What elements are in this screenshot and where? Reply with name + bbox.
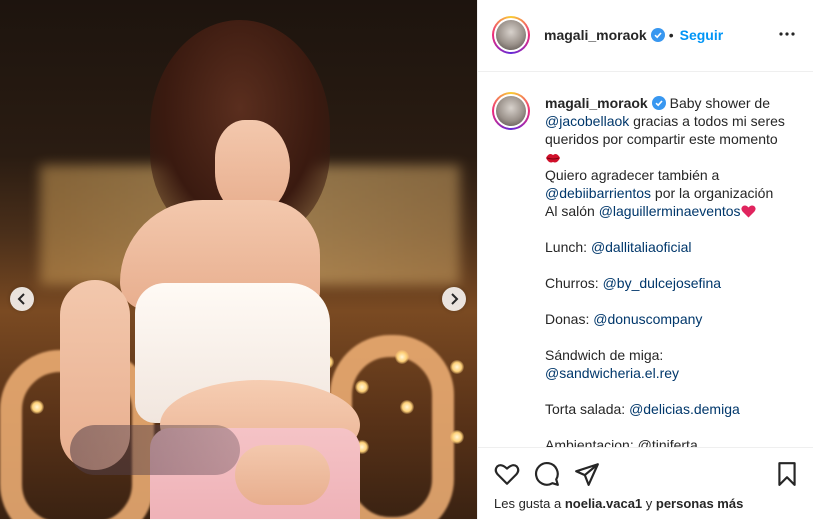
light-bulb [395, 350, 409, 364]
mention-laguillerminaeventos[interactable]: @laguillerminaeventos [599, 203, 741, 219]
verified-badge-icon [651, 96, 666, 110]
caption-paragraph-2: Quiero agradecer también a @debiibarrien… [545, 166, 795, 202]
chevron-left-icon [17, 293, 25, 305]
arm-tattoo [70, 425, 240, 475]
churros-label: Churros: [545, 275, 603, 291]
caption-text: magali_moraok Baby shower de @jacobellao… [545, 94, 795, 447]
caption-username[interactable]: magali_moraok [545, 95, 648, 111]
chevron-right-icon [451, 293, 459, 305]
caption-cut-line: Ambientacion: @tiniferta [545, 437, 698, 447]
heart-icon[interactable] [494, 461, 520, 487]
comment-icon[interactable] [534, 461, 560, 487]
likes-middle: y [642, 496, 656, 511]
caption-avatar[interactable] [492, 92, 530, 130]
bookmark-icon[interactable] [774, 461, 800, 487]
caption-paragraph-1: magali_moraok Baby shower de @jacobellao… [545, 94, 795, 166]
mention-by-dulcejosefina[interactable]: @by_dulcejosefina [603, 275, 722, 291]
sandwich-label: Sándwich de miga: [545, 347, 664, 363]
caption-line2-rest: por la organización [651, 185, 774, 201]
light-bulb [450, 430, 464, 444]
torta-label: Torta salada: [545, 401, 630, 417]
light-bulb [355, 380, 369, 394]
caption-line2: Quiero agradecer también a [545, 167, 720, 183]
follow-button[interactable]: Seguir [680, 27, 724, 43]
post-sidebar: magali_moraok • Seguir magali_moraok Baby … [477, 0, 813, 520]
caption-churros: Churros: @by_dulcejosefina [545, 274, 795, 292]
author-username[interactable]: magali_moraok [544, 27, 647, 43]
caption-paragraph-3: Al salón @laguillerminaeventos [545, 202, 795, 220]
caption-sandwich: Sándwich de miga: @sandwicheria.el.rey [545, 346, 795, 382]
header-user-line: magali_moraok • Seguir [544, 27, 723, 45]
more-options-icon[interactable] [778, 25, 796, 43]
post-header: magali_moraok • Seguir [478, 0, 813, 72]
caption-lunch: Lunch: @dallitaliaoficial [545, 238, 795, 256]
mention-dallitaliaoficial[interactable]: @dallitaliaoficial [591, 239, 692, 255]
post-photo[interactable] [0, 0, 477, 519]
light-bulb [400, 400, 414, 414]
hand [235, 445, 330, 505]
mention-sandwicheria-el-rey[interactable]: @sandwicheria.el.rey [545, 365, 679, 381]
share-icon[interactable] [574, 461, 600, 487]
likes-prefix: Les gusta a [494, 496, 565, 511]
lips-emoji-icon [546, 154, 560, 163]
donas-label: Donas: [545, 311, 594, 327]
mention-debiibarrientos[interactable]: @debiibarrientos [545, 185, 651, 201]
lunch-label: Lunch: [545, 239, 591, 255]
caption-area: magali_moraok Baby shower de @jacobellao… [478, 72, 813, 447]
avatar-image [496, 96, 526, 126]
likes-summary: Les gusta a noelia.vaca1 y personas más [494, 496, 743, 511]
caption-line3: Al salón [545, 203, 599, 219]
post-actions: Les gusta a noelia.vaca1 y personas más [478, 447, 813, 520]
light-bulb [30, 400, 44, 414]
next-photo-button[interactable] [442, 287, 466, 311]
likes-user[interactable]: noelia.vaca1 [565, 496, 642, 511]
separator-dot: • [668, 27, 674, 43]
mention-delicias-demiga[interactable]: @delicias.demiga [629, 401, 740, 417]
avatar-image [496, 20, 526, 50]
caption-torta: Torta salada: @delicias.demiga [545, 400, 795, 418]
previous-photo-button[interactable] [10, 287, 34, 311]
caption-donas: Donas: @donuscompany [545, 310, 795, 328]
verified-badge-icon [650, 28, 665, 42]
red-heart-emoji-icon [740, 205, 756, 218]
author-avatar[interactable] [492, 16, 530, 54]
likes-others-link[interactable]: personas más [656, 496, 743, 511]
caption-intro: Baby shower de [669, 95, 771, 111]
instagram-post: magali_moraok • Seguir magali_moraok Baby … [0, 0, 813, 520]
mention-jacobellaok[interactable]: @jacobellaok [545, 113, 629, 129]
mention-donuscompany[interactable]: @donuscompany [593, 311, 702, 327]
light-bulb [450, 360, 464, 374]
